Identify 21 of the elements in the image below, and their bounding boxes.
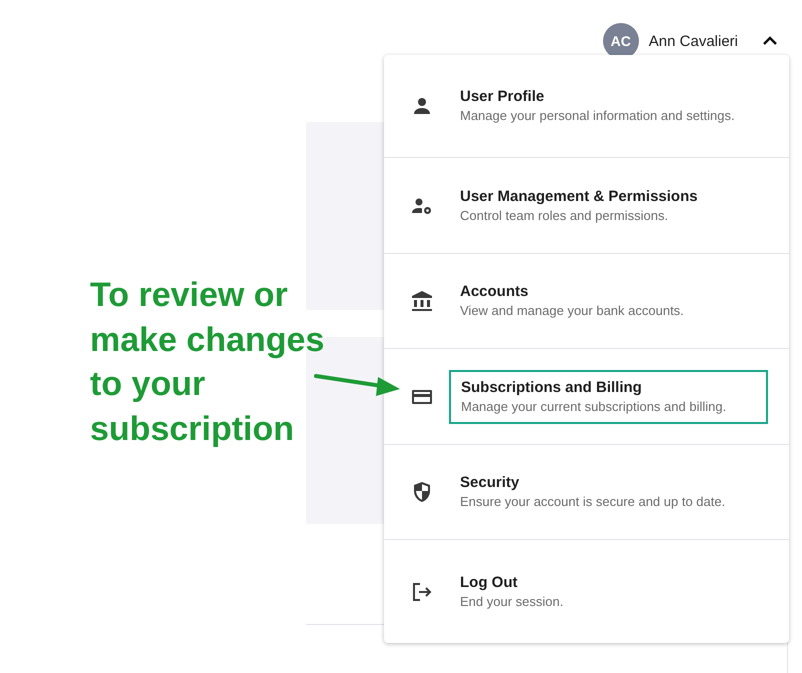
annotation-text: To review or make changes to your subscription <box>90 275 326 450</box>
menu-item-title: Accounts <box>460 283 530 300</box>
menu-item-description: Manage your personal information and settings. <box>460 108 736 124</box>
menu-item-description: End your session. <box>460 594 564 610</box>
menu-item-title: User Management & Permissions <box>460 188 699 204</box>
menu-item[interactable]: User Management & Permissions Control team roles and permissions. <box>384 157 789 253</box>
menu-item-title: Security <box>460 474 520 491</box>
menu-item-description: View and manage your bank accounts. <box>460 303 685 319</box>
chevron-icon[interactable] <box>762 36 778 46</box>
menu-item-description: Control team roles and permissions. <box>460 208 670 224</box>
bank-icon <box>410 289 434 313</box>
menu-item-title: Subscriptions and Billing <box>461 378 643 396</box>
menu-item[interactable]: Subscriptions and Billing Manage your current subscriptions and billing. <box>384 348 789 444</box>
menu-item-title: User Profile <box>460 88 546 105</box>
user-name[interactable]: Ann Cavalieri <box>648 32 738 50</box>
menu-item[interactable]: Log Out End your session. <box>384 539 789 643</box>
menu-item[interactable]: Accounts View and manage your bank accounts. <box>384 253 789 348</box>
menu-item[interactable]: Security Ensure your account is secure and up to date. <box>384 444 789 539</box>
menu-item-title: Log Out <box>460 574 518 590</box>
menu-item-description: Ensure your account is secure and up to date. <box>460 494 726 510</box>
menu-item-description: Manage your current subscriptions and billing. <box>461 398 728 414</box>
